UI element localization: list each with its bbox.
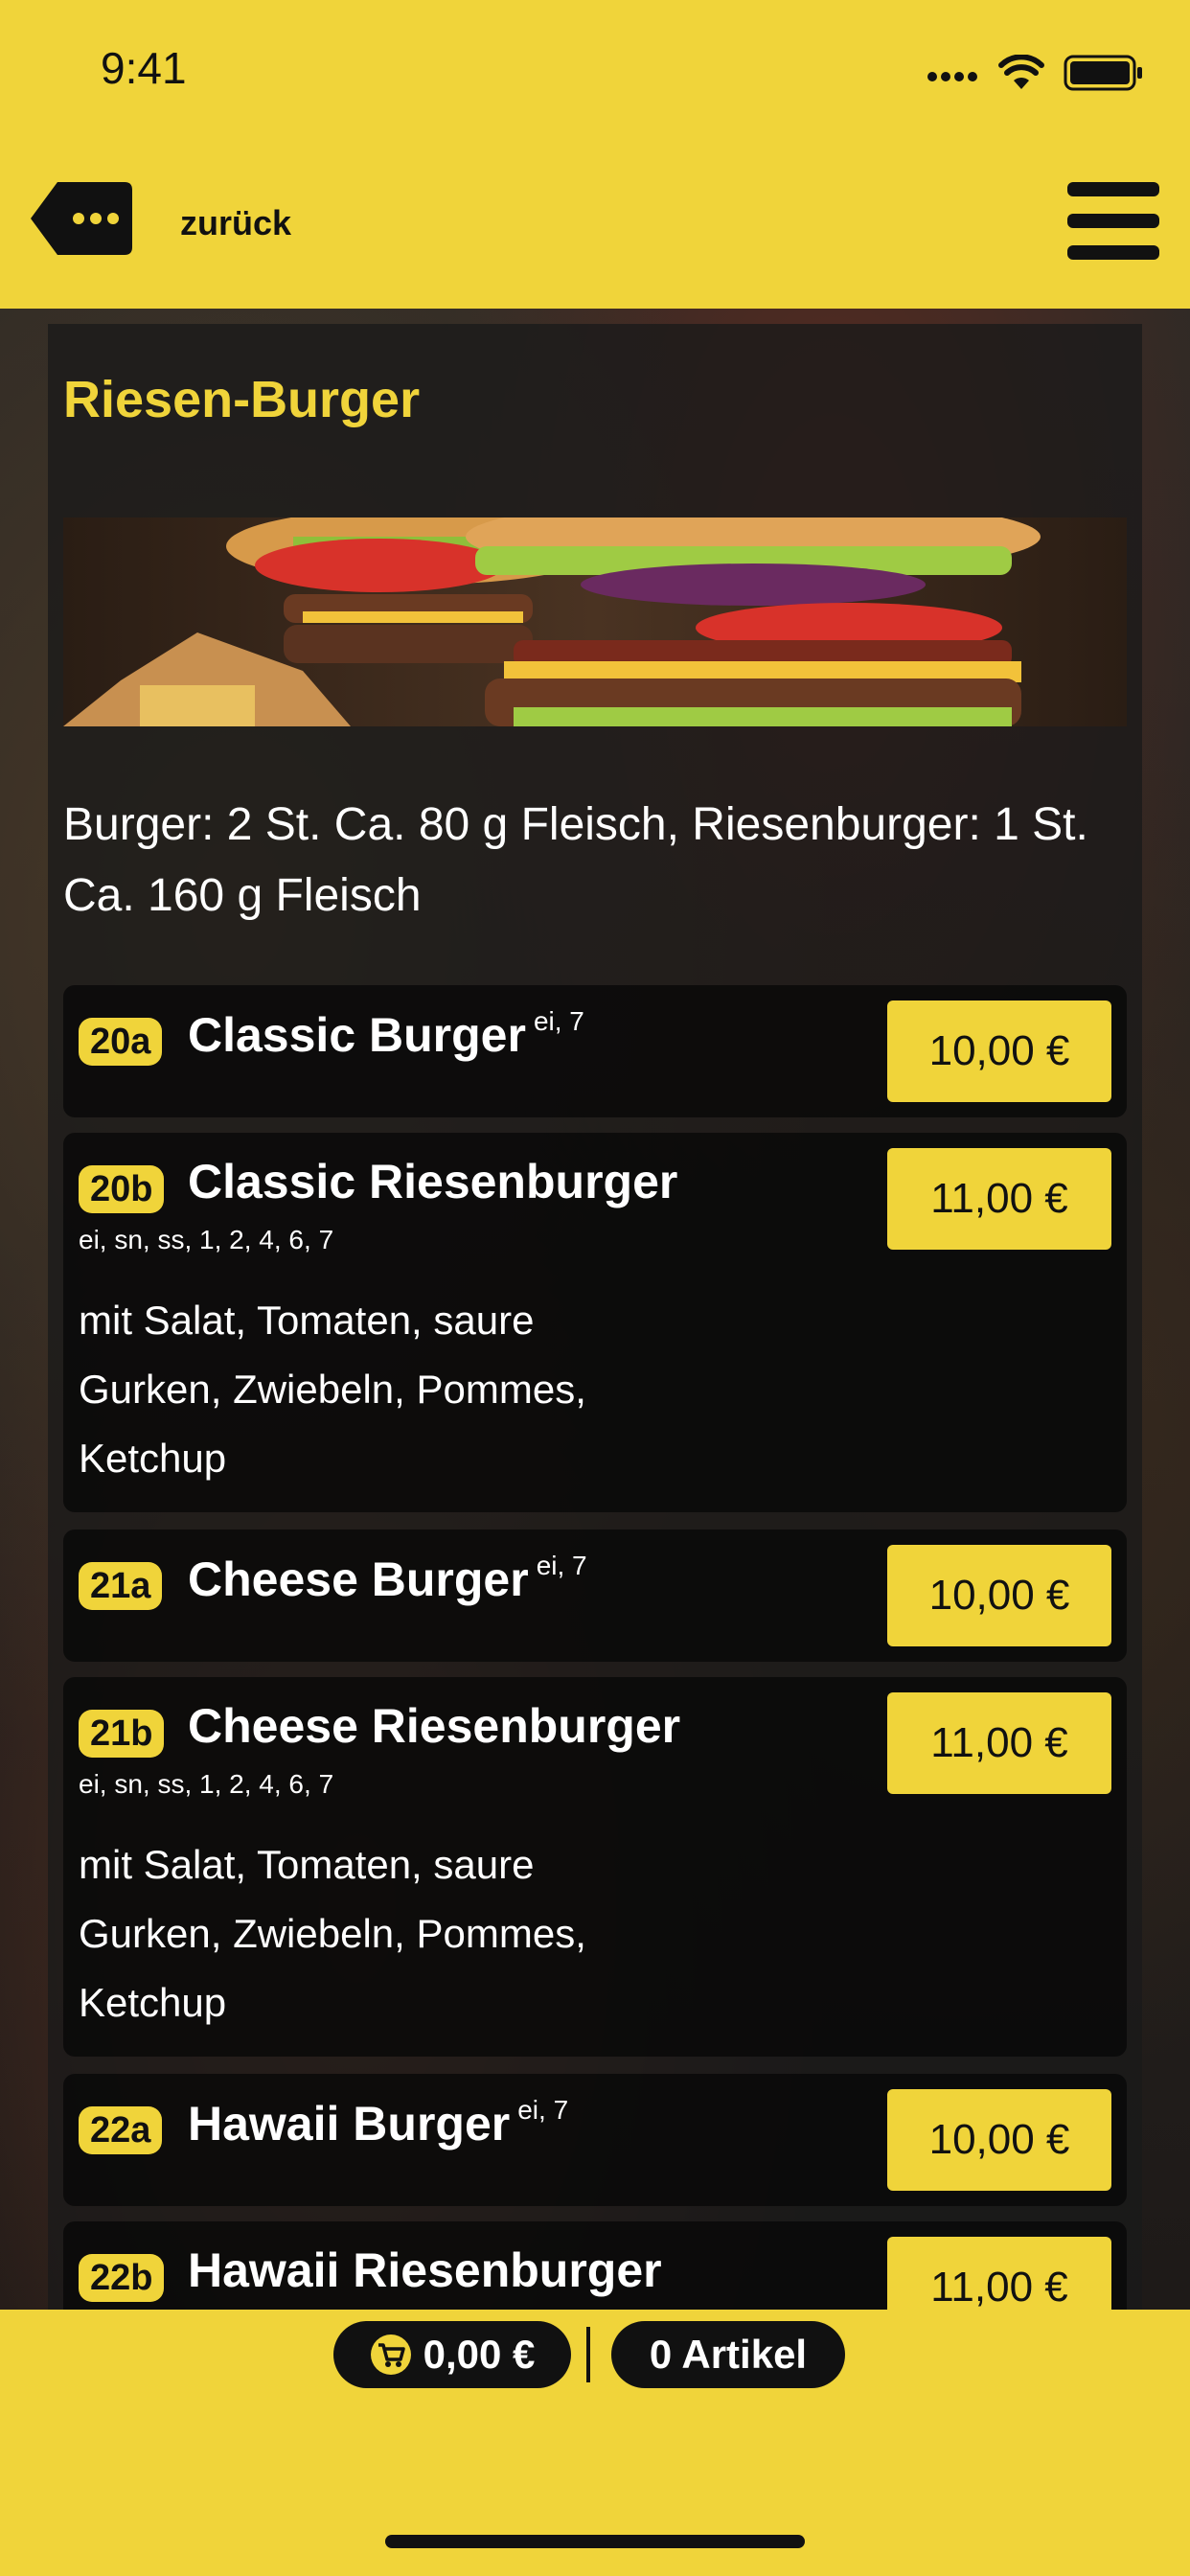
price-button[interactable]: 11,00 €: [887, 1692, 1111, 1794]
item-name: Hawaii Burger ei, 7: [188, 2095, 569, 2150]
cart-divider: [586, 2327, 590, 2382]
item-description: mit Salat, Tomaten, saure Gurken, Zwiebe…: [79, 1842, 586, 2025]
menu-item[interactable]: 21b Cheese Riesenburger ei, sn, ss, 1, 2…: [63, 1677, 1127, 2057]
item-allergen-superscript: ei, 7: [536, 1551, 587, 1580]
home-indicator: [385, 2535, 805, 2548]
burger-hero-image: [63, 518, 1127, 726]
item-allergens: ei, sn, ss, 1, 2, 4, 6, 7: [79, 1769, 334, 1799]
category-description: Burger: 2 St. Ca. 80 g Fleisch, Riesenbu…: [63, 799, 1088, 921]
item-code-badge: 21b: [79, 1710, 165, 1758]
item-name: Classic Riesenburger: [188, 1155, 678, 1208]
item-name: Hawaii Riesenburger: [188, 2243, 662, 2297]
menu-item[interactable]: 21a Cheese Burger ei, 7 10,00 €: [63, 1530, 1127, 1662]
nav-bar: zurück: [0, 144, 1190, 309]
item-name: Cheese Burger ei, 7: [188, 1551, 587, 1606]
back-tag-icon: [31, 182, 132, 255]
price-button[interactable]: 11,00 €: [887, 1148, 1111, 1250]
cart-icon: [370, 2334, 411, 2375]
item-name: Cheese Riesenburger: [188, 1699, 681, 1753]
cart-count-button[interactable]: 0 Artikel: [611, 2321, 845, 2388]
status-bar: 9:41: [0, 0, 1190, 144]
item-code-badge: 20a: [79, 1018, 163, 1066]
back-button[interactable]: [29, 180, 134, 257]
item-allergen-superscript: ei, 7: [517, 2095, 569, 2125]
price-button[interactable]: 10,00 €: [887, 1000, 1111, 1102]
battery-icon: [1064, 55, 1142, 91]
item-code-badge: 22b: [79, 2254, 165, 2302]
content-area[interactable]: Riesen-Burger Burger: 2 St. Ca. 80 g Fle…: [0, 309, 1190, 2310]
menu-item[interactable]: 20a Classic Burger ei, 7 10,00 €: [63, 985, 1127, 1117]
status-icons: [927, 54, 1144, 92]
item-code-badge: 22a: [79, 2106, 163, 2154]
item-name: Classic Burger ei, 7: [188, 1006, 584, 1062]
cart-total: 0,00 €: [423, 2332, 536, 2377]
category-title: Riesen-Burger: [63, 371, 421, 428]
menu-item[interactable]: 22b Hawaii Riesenburger 11,00 €: [63, 2221, 1127, 2310]
item-allergens: ei, sn, ss, 1, 2, 4, 6, 7: [79, 1225, 334, 1254]
cart-total-button[interactable]: 0,00 €: [333, 2321, 571, 2388]
price-button[interactable]: 11,00 €: [887, 2237, 1111, 2310]
signal-icon: [927, 72, 977, 81]
back-label[interactable]: zurück: [180, 203, 291, 243]
price-button[interactable]: 10,00 €: [887, 2089, 1111, 2191]
item-code-badge: 21a: [79, 1562, 163, 1610]
price-button[interactable]: 10,00 €: [887, 1545, 1111, 1646]
status-time: 9:41: [101, 43, 187, 93]
menu-item[interactable]: 22a Hawaii Burger ei, 7 10,00 €: [63, 2074, 1127, 2206]
item-code-badge: 20b: [79, 1165, 165, 1213]
item-description: mit Salat, Tomaten, saure Gurken, Zwiebe…: [79, 1298, 586, 1481]
hamburger-menu-icon[interactable]: [1067, 182, 1159, 261]
category-panel: Riesen-Burger Burger: 2 St. Ca. 80 g Fle…: [48, 324, 1142, 2310]
wifi-icon: [998, 55, 1044, 89]
item-allergen-superscript: ei, 7: [533, 1006, 584, 1036]
menu-item[interactable]: 20b Classic Riesenburger ei, sn, ss, 1, …: [63, 1133, 1127, 1512]
